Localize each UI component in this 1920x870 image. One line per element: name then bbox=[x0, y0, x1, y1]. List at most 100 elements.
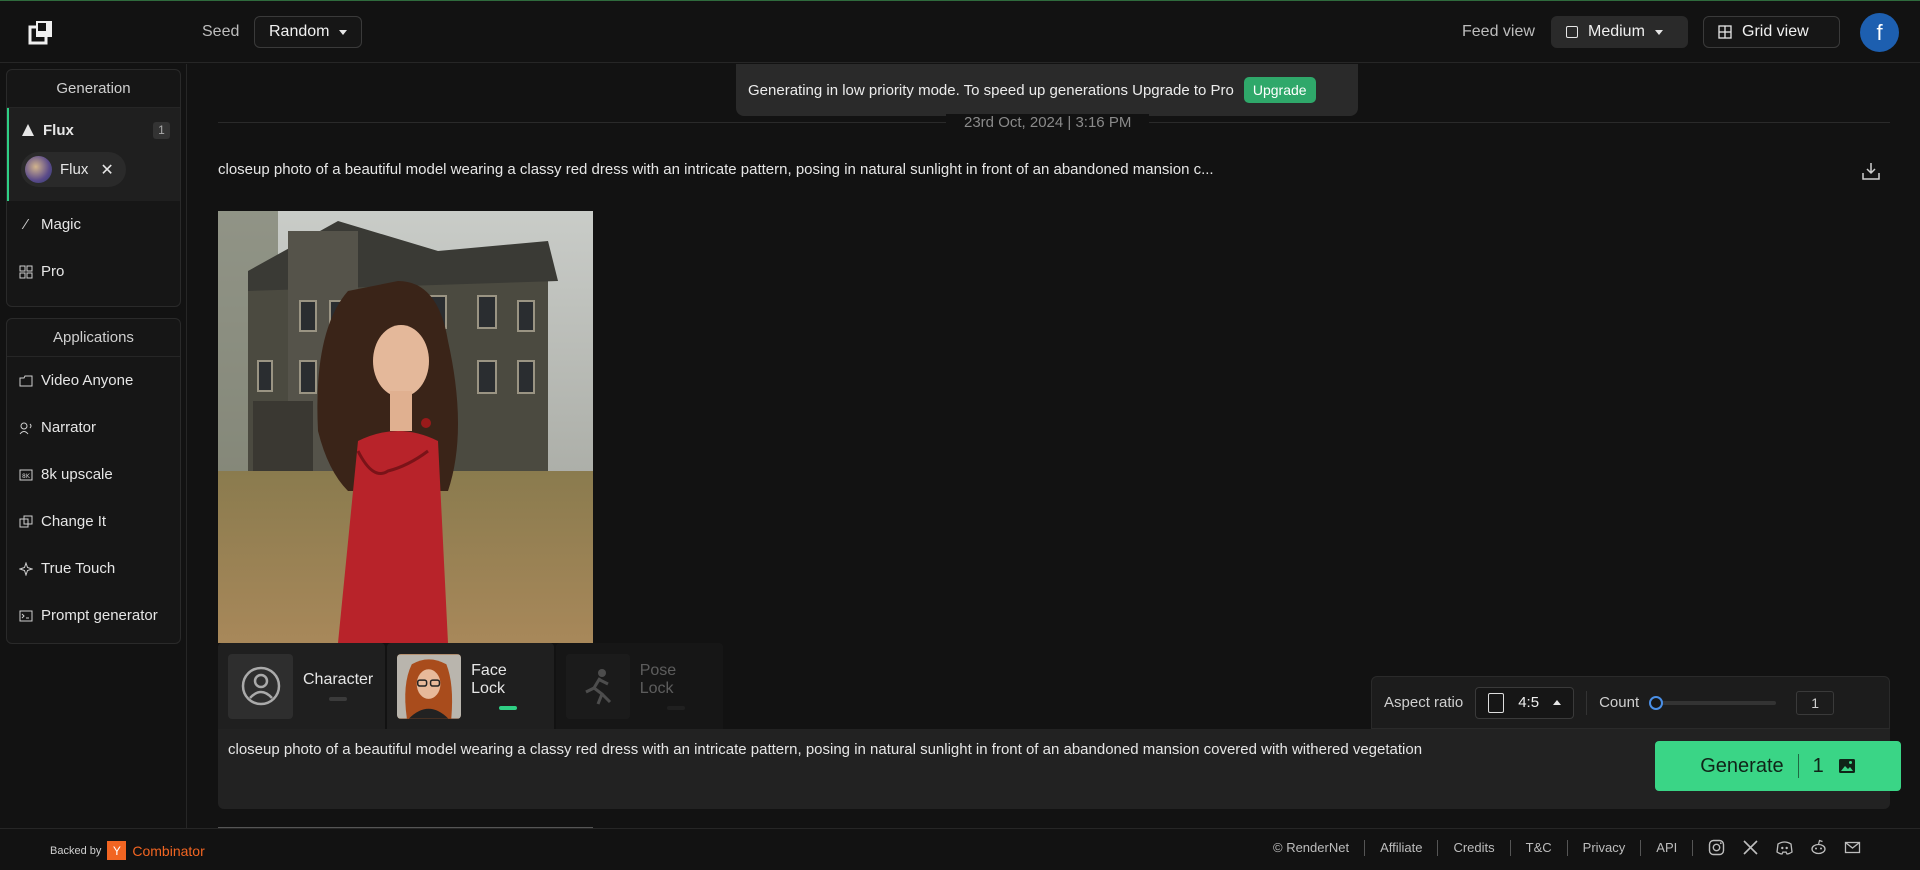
footer-copyright[interactable]: © RenderNet bbox=[1273, 840, 1349, 855]
instagram-icon[interactable] bbox=[1708, 839, 1725, 856]
footer-link-credits[interactable]: Credits bbox=[1453, 840, 1494, 855]
face-lock[interactable]: Face Lock bbox=[387, 643, 554, 729]
footer-link-privacy[interactable]: Privacy bbox=[1583, 840, 1626, 855]
user-avatar[interactable]: f bbox=[1860, 13, 1899, 52]
square-icon bbox=[1566, 26, 1578, 38]
top-bar: Seed Random Feed view Medium Grid view f bbox=[0, 0, 1920, 63]
seed-value: Random bbox=[269, 23, 330, 40]
footer-link-api[interactable]: API bbox=[1656, 840, 1677, 855]
chevron-down-icon bbox=[1654, 29, 1663, 35]
pose-lock-thumb bbox=[566, 653, 630, 719]
grid-icon bbox=[19, 265, 33, 278]
footer: Backed by Y Combinator © RenderNet Affil… bbox=[0, 828, 1920, 870]
lock-options: Character Face Lock Pose Lock bbox=[218, 643, 723, 729]
seed-label: Seed bbox=[202, 23, 240, 40]
chevron-up-icon bbox=[1553, 700, 1562, 705]
footer-links: © RenderNet Affiliate Credits T&C Privac… bbox=[1273, 839, 1861, 856]
prompt-composer[interactable]: closeup photo of a beautiful model weari… bbox=[218, 729, 1901, 809]
sidebar-item-true-touch[interactable]: True Touch bbox=[7, 545, 180, 592]
user-icon bbox=[241, 666, 280, 706]
aspect-ratio-dropdown[interactable]: 4:5 bbox=[1475, 686, 1575, 719]
feed-view-dropdown[interactable]: Medium bbox=[1551, 16, 1688, 48]
model-avatar bbox=[25, 156, 52, 183]
flux-chip-label: Flux bbox=[60, 161, 89, 178]
character-label: Character bbox=[303, 671, 374, 688]
generation-date: 23rd Oct, 2024 | 3:16 PM bbox=[946, 114, 1150, 131]
yc-backing[interactable]: Backed by Y Combinator bbox=[50, 841, 205, 860]
app-label: Prompt generator bbox=[41, 607, 158, 624]
footer-link-terms[interactable]: T&C bbox=[1526, 840, 1552, 855]
triangle-icon bbox=[22, 124, 34, 136]
download-icon[interactable] bbox=[1860, 160, 1882, 182]
sidebar-item-narrator[interactable]: Narrator bbox=[7, 404, 180, 451]
divider bbox=[1797, 754, 1799, 778]
narrator-icon bbox=[19, 422, 32, 434]
sidebar-item-magic[interactable]: ⁄ Magic bbox=[7, 201, 180, 248]
count-slider-handle[interactable] bbox=[1649, 695, 1664, 710]
discord-icon[interactable] bbox=[1776, 839, 1793, 856]
image-icon bbox=[1838, 759, 1855, 773]
yc-logo: Y bbox=[107, 841, 127, 860]
yc-name: Combinator bbox=[132, 842, 205, 859]
sparkle-icon bbox=[19, 561, 33, 576]
flux-section: Flux 1 Flux ✕ bbox=[7, 108, 180, 201]
face-image bbox=[397, 653, 462, 719]
flux-count-badge: 1 bbox=[153, 121, 170, 139]
svg-text:8K: 8K bbox=[22, 473, 31, 480]
feed-view-label: Feed view bbox=[1462, 23, 1535, 40]
chevron-down-icon bbox=[339, 29, 348, 35]
x-twitter-icon[interactable] bbox=[1742, 839, 1759, 856]
upgrade-button[interactable]: Upgrade bbox=[1243, 77, 1316, 103]
pose-lock-indicator bbox=[667, 706, 686, 710]
mail-icon[interactable] bbox=[1844, 839, 1861, 856]
sidebar-item-video-anyone[interactable]: Video Anyone bbox=[7, 357, 180, 404]
app-label: Change It bbox=[41, 513, 107, 530]
low-priority-banner: Generating in low priority mode. To spee… bbox=[736, 64, 1358, 116]
sidebar-item-8k-upscale[interactable]: 8K 8k upscale bbox=[7, 451, 180, 498]
generation-settings: Aspect ratio 4:5 Count 1 bbox=[1371, 676, 1890, 729]
magic-wand-icon: ⁄ bbox=[24, 216, 28, 233]
generate-count: 1 bbox=[1812, 754, 1824, 777]
character-lock[interactable]: Character bbox=[218, 643, 385, 729]
main-feed: Generating in low priority mode. To spee… bbox=[188, 64, 1920, 829]
divider bbox=[1692, 839, 1694, 856]
folder-icon bbox=[19, 375, 33, 386]
pose-lock-label: Pose Lock bbox=[639, 662, 677, 697]
generated-image[interactable] bbox=[218, 211, 593, 643]
divider bbox=[1509, 839, 1511, 856]
count-slider[interactable] bbox=[1649, 695, 1777, 710]
character-thumb bbox=[228, 653, 293, 719]
grid-view-label: Grid view bbox=[1742, 23, 1809, 40]
logo-icon[interactable] bbox=[28, 19, 54, 45]
prompt-input[interactable]: closeup photo of a beautiful model weari… bbox=[228, 741, 1422, 758]
sidebar-item-change-it[interactable]: Change It bbox=[7, 498, 180, 545]
sidebar: Generation Flux 1 Flux ✕ ⁄ Magic Pro App… bbox=[0, 64, 187, 828]
divider bbox=[1566, 839, 1568, 856]
aspect-ratio-label: Aspect ratio bbox=[1384, 694, 1464, 711]
flux-model-chip[interactable]: Flux ✕ bbox=[21, 152, 126, 187]
generation-panel: Generation Flux 1 Flux ✕ ⁄ Magic Pro bbox=[6, 69, 181, 307]
generate-button[interactable]: Generate 1 bbox=[1655, 741, 1901, 791]
terminal-icon bbox=[19, 610, 33, 621]
seed-dropdown[interactable]: Random bbox=[254, 16, 363, 48]
sidebar-item-pro[interactable]: Pro bbox=[7, 248, 180, 295]
reddit-icon[interactable] bbox=[1810, 839, 1827, 856]
close-icon[interactable]: ✕ bbox=[100, 160, 113, 180]
applications-panel: Applications Video Anyone Narrator 8K 8k… bbox=[6, 318, 181, 644]
flux-label: Flux bbox=[43, 121, 74, 139]
app-label: True Touch bbox=[41, 560, 116, 577]
footer-link-affiliate[interactable]: Affiliate bbox=[1380, 840, 1422, 855]
social-links bbox=[1708, 839, 1861, 856]
portrait-icon bbox=[1488, 692, 1505, 713]
magic-label: Magic bbox=[41, 216, 82, 233]
count-value[interactable]: 1 bbox=[1796, 690, 1835, 715]
sidebar-item-prompt-generator[interactable]: Prompt generator bbox=[7, 592, 180, 639]
generate-label: Generate bbox=[1700, 754, 1784, 777]
grid-view-button[interactable]: Grid view bbox=[1703, 16, 1840, 48]
pose-lock[interactable]: Pose Lock bbox=[556, 643, 723, 729]
character-indicator bbox=[329, 697, 348, 701]
sidebar-item-flux[interactable]: Flux 1 bbox=[9, 108, 180, 152]
banner-text: Generating in low priority mode. To spee… bbox=[748, 81, 1234, 99]
generation-title: Generation bbox=[7, 70, 180, 108]
count-label: Count bbox=[1599, 694, 1640, 711]
